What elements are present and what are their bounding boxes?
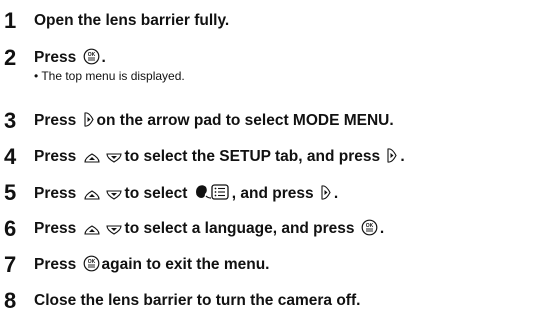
step-5: 5 Press to select , and press . (0, 180, 558, 212)
step-number: 1 (4, 8, 17, 33)
step-4: 4 Press to select the SETUP tab, and pre… (0, 144, 558, 176)
step-number: 7 (4, 252, 17, 277)
arrow-right-icon (83, 111, 95, 128)
svg-text:OK: OK (87, 259, 95, 265)
step-number: 5 (4, 180, 17, 205)
svg-text:OK: OK (366, 223, 374, 229)
step-3: 3 Press on the arrow pad to select MODE … (0, 108, 558, 140)
step-1: 1 Open the lens barrier fully. (0, 8, 558, 40)
language-menu-icon (194, 183, 230, 201)
step-7: 7 Press OK again to exit the menu. (0, 252, 558, 284)
svg-text:OK: OK (87, 52, 95, 58)
arrow-down-icon (105, 224, 123, 236)
step-number: 2 (4, 45, 17, 70)
ok-button-icon: OK (361, 219, 378, 236)
step-note: • The top menu is displayed. (34, 69, 185, 83)
step-number: 4 (4, 144, 17, 169)
step-text: Close the lens barrier to turn the camer… (34, 292, 361, 309)
ok-button-icon: OK (83, 255, 100, 272)
step-text: Press on the arrow pad to select MODE ME… (34, 111, 394, 129)
arrow-up-icon (83, 224, 101, 236)
step-text: Press to select the SETUP tab, and press… (34, 147, 405, 165)
step-text: Open the lens barrier fully. (34, 12, 230, 29)
step-number: 8 (4, 288, 17, 313)
step-6: 6 Press to select a language, and press … (0, 216, 558, 248)
step-text: Press to select , and press . (34, 183, 339, 202)
arrow-right-icon (320, 184, 332, 201)
arrow-down-icon (105, 152, 123, 164)
arrow-up-icon (83, 189, 101, 201)
step-text: Press to select a language, and press OK… (34, 219, 385, 237)
step-8: 8 Close the lens barrier to turn the cam… (0, 288, 558, 320)
ok-button-icon: OK (83, 48, 100, 65)
step-text: Press OK again to exit the menu. (34, 255, 270, 273)
arrow-down-icon (105, 189, 123, 201)
step-2: 2 Press OK . • The top menu is displayed… (0, 45, 558, 83)
step-text: Press OK . (34, 48, 106, 66)
step-number: 3 (4, 108, 17, 133)
arrow-right-icon (386, 147, 398, 164)
arrow-up-icon (83, 152, 101, 164)
step-number: 6 (4, 216, 17, 241)
